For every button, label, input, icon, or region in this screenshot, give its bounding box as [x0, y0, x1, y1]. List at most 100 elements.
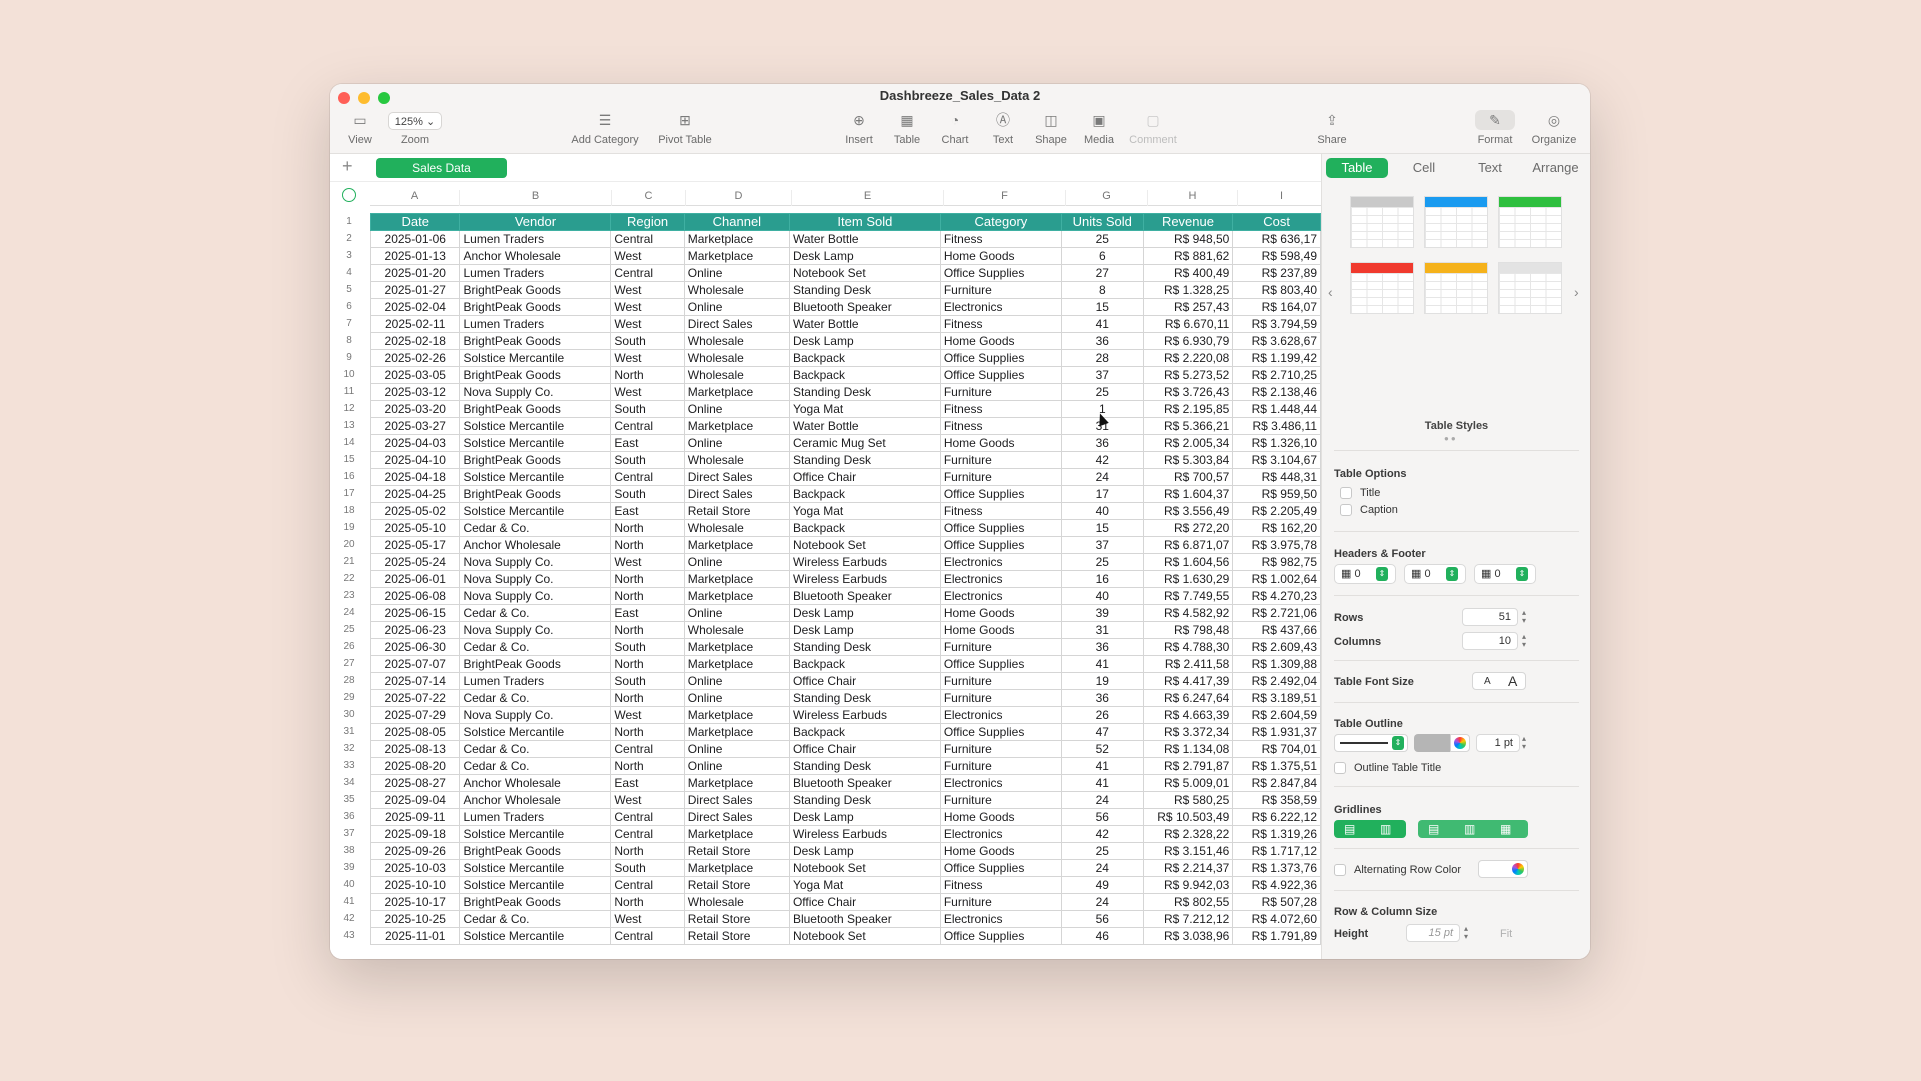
row-header[interactable]: 18: [334, 502, 364, 519]
table-cell[interactable]: R$ 7.212,12: [1142, 910, 1234, 928]
table-cell[interactable]: Ceramic Mug Set: [788, 434, 941, 452]
row-header[interactable]: 17: [334, 485, 364, 502]
table-cell[interactable]: Marketplace: [683, 383, 790, 401]
table-style-thumbnail[interactable]: [1424, 262, 1488, 314]
table-cell[interactable]: R$ 2.492,04: [1232, 672, 1321, 690]
row-header[interactable]: 27: [334, 655, 364, 672]
organize-button[interactable]: ◎ Organize: [1526, 110, 1582, 146]
table-cell[interactable]: Notebook Set: [788, 859, 941, 877]
increase-font-button[interactable]: A: [1508, 673, 1517, 689]
table-cell[interactable]: R$ 448,31: [1232, 468, 1321, 486]
table-cell[interactable]: Solstice Mercantile: [459, 723, 612, 741]
row-header[interactable]: 39: [334, 859, 364, 876]
table-cell[interactable]: R$ 4.922,36: [1232, 876, 1321, 894]
table-cell[interactable]: R$ 1.630,29: [1142, 570, 1234, 588]
table-cell[interactable]: 49: [1060, 876, 1144, 894]
table-row[interactable]: 2025-01-20 Lumen Traders Central Online Note…: [369, 264, 1321, 282]
gridlines-body-vertical-icon[interactable]: ▥: [1464, 822, 1475, 836]
table-row[interactable]: 2025-01-27 BrightPeak Goods West Wholesale S…: [369, 281, 1321, 299]
table-cell[interactable]: East: [610, 604, 685, 622]
table-cell[interactable]: Electronics: [939, 910, 1062, 928]
table-cell[interactable]: Cedar & Co.: [459, 604, 612, 622]
table-cell[interactable]: Nova Supply Co.: [459, 621, 612, 639]
table-cell[interactable]: R$ 6.871,07: [1142, 536, 1234, 554]
table-cell[interactable]: R$ 5.273,52: [1142, 366, 1234, 384]
table-cell[interactable]: Office Supplies: [939, 366, 1062, 384]
table-cell[interactable]: West: [610, 910, 685, 928]
table-cell[interactable]: 39: [1060, 604, 1144, 622]
row-header[interactable]: 43: [334, 927, 364, 944]
table-cell[interactable]: Wholesale: [683, 621, 790, 639]
table-cell[interactable]: R$ 4.270,23: [1232, 587, 1321, 605]
table-cell[interactable]: East: [610, 502, 685, 520]
table-cell[interactable]: Retail Store: [683, 502, 790, 520]
height-stepper-icon[interactable]: ▴ ▾: [1464, 925, 1468, 941]
table-cell[interactable]: 17: [1060, 485, 1144, 503]
row-header[interactable]: 36: [334, 808, 364, 825]
table-cell[interactable]: South: [610, 400, 685, 418]
table-cell[interactable]: 36: [1060, 434, 1144, 452]
table-button[interactable]: ▦ Table: [885, 110, 929, 146]
table-row[interactable]: 2025-08-13 Cedar & Co. Central Online Office…: [369, 740, 1321, 758]
table-cell[interactable]: Cedar & Co.: [459, 638, 612, 656]
table-cell[interactable]: Anchor Wholesale: [459, 791, 612, 809]
header-cell[interactable]: Cost: [1232, 213, 1321, 231]
outline-style-chevron-icon[interactable]: ⇕: [1392, 736, 1404, 750]
table-cell[interactable]: 2025-10-10: [369, 876, 461, 894]
table-cell[interactable]: Wireless Earbuds: [788, 553, 941, 571]
table-cell[interactable]: R$ 164,07: [1232, 298, 1321, 316]
table-cell[interactable]: South: [610, 485, 685, 503]
table-cell[interactable]: Standing Desk: [788, 791, 941, 809]
table-cell[interactable]: R$ 6.222,12: [1232, 808, 1321, 826]
table-cell[interactable]: R$ 2.220,08: [1142, 349, 1234, 367]
table-cell[interactable]: 2025-07-14: [369, 672, 461, 690]
header-cell[interactable]: Vendor: [459, 213, 612, 231]
table-cell[interactable]: R$ 700,57: [1142, 468, 1234, 486]
table-cell[interactable]: Cedar & Co.: [459, 689, 612, 707]
table-row[interactable]: 2025-05-10 Cedar & Co. North Wholesale Backp…: [369, 519, 1321, 537]
chart-button[interactable]: ◔ Chart: [933, 110, 977, 146]
table-cell[interactable]: Office Chair: [788, 468, 941, 486]
columns-stepper-icon[interactable]: ▴ ▾: [1522, 633, 1526, 649]
table-cell[interactable]: West: [610, 281, 685, 299]
table-row[interactable]: 2025-08-20 Cedar & Co. North Online Standing…: [369, 757, 1321, 775]
table-cell[interactable]: Wholesale: [683, 893, 790, 911]
table-row[interactable]: 2025-03-12 Nova Supply Co. West Marketplace…: [369, 383, 1321, 401]
table-cell[interactable]: R$ 2.609,43: [1232, 638, 1321, 656]
table-cell[interactable]: Marketplace: [683, 536, 790, 554]
table-cell[interactable]: Central: [610, 825, 685, 843]
table-row[interactable]: 2025-06-15 Cedar & Co. East Online Desk Lamp…: [369, 604, 1321, 622]
table-cell[interactable]: Marketplace: [683, 825, 790, 843]
table-cell[interactable]: Central: [610, 876, 685, 894]
table-cell[interactable]: 52: [1060, 740, 1144, 758]
table-cell[interactable]: R$ 10.503,49: [1142, 808, 1234, 826]
table-cell[interactable]: Desk Lamp: [788, 247, 941, 265]
table-cell[interactable]: R$ 2.138,46: [1232, 383, 1321, 401]
table-cell[interactable]: Notebook Set: [788, 927, 941, 945]
table-cell[interactable]: Standing Desk: [788, 383, 941, 401]
table-cell[interactable]: 2025-06-15: [369, 604, 461, 622]
table-cell[interactable]: R$ 5.303,84: [1142, 451, 1234, 469]
table-cell[interactable]: Yoga Mat: [788, 502, 941, 520]
table-cell[interactable]: R$ 1.319,26: [1232, 825, 1321, 843]
table-cell[interactable]: Office Chair: [788, 740, 941, 758]
table-cell[interactable]: R$ 580,25: [1142, 791, 1234, 809]
sales-data-table[interactable]: Date Vendor Region Channel Item Sold Category…: [369, 213, 1321, 945]
column-header-i[interactable]: I: [1238, 190, 1321, 206]
select-table-handle[interactable]: [342, 188, 356, 202]
row-header[interactable]: 15: [334, 451, 364, 468]
table-cell[interactable]: R$ 2.195,85: [1142, 400, 1234, 418]
table-cell[interactable]: R$ 2.847,84: [1232, 774, 1321, 792]
table-cell[interactable]: Bluetooth Speaker: [788, 774, 941, 792]
table-cell[interactable]: South: [610, 332, 685, 350]
rows-stepper-icon[interactable]: ▴ ▾: [1522, 609, 1526, 625]
text-button[interactable]: Ⓐ Text: [981, 110, 1025, 146]
row-header[interactable]: 25: [334, 621, 364, 638]
table-cell[interactable]: 2025-10-17: [369, 893, 461, 911]
table-cell[interactable]: R$ 1.931,37: [1232, 723, 1321, 741]
decrease-font-button[interactable]: A: [1484, 676, 1491, 687]
table-cell[interactable]: Wholesale: [683, 366, 790, 384]
table-cell[interactable]: R$ 1.604,37: [1142, 485, 1234, 503]
table-cell[interactable]: R$ 1.717,12: [1232, 842, 1321, 860]
table-cell[interactable]: Backpack: [788, 519, 941, 537]
